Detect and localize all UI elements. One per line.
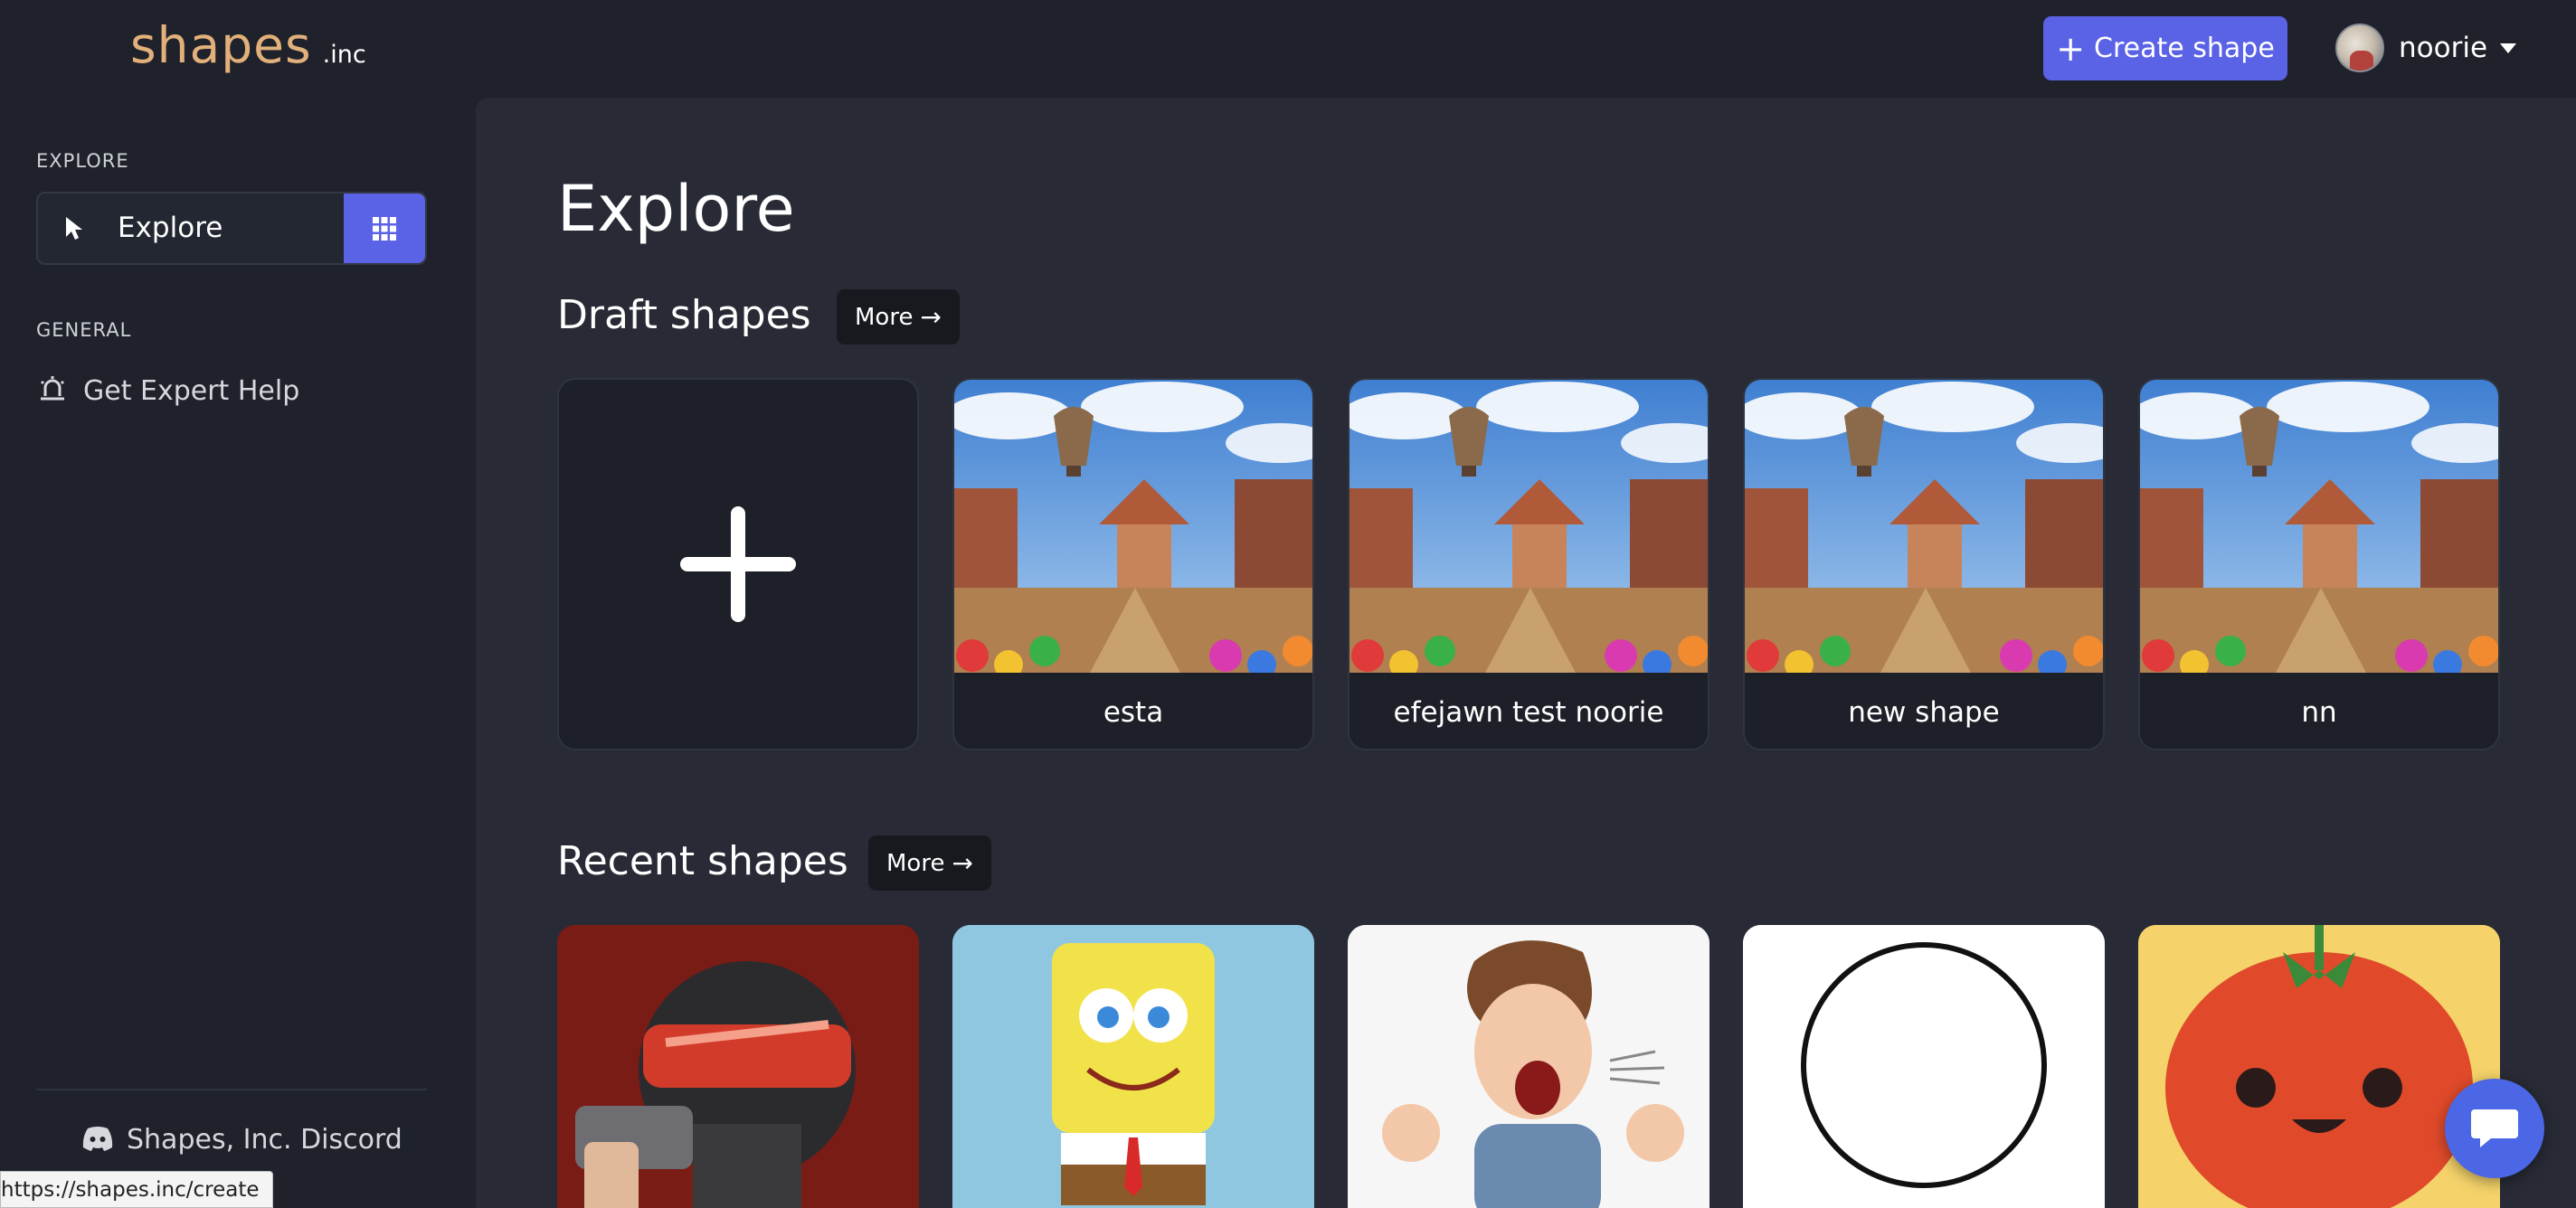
arrow-right-icon: →	[920, 302, 942, 332]
shape-thumbnail	[1350, 380, 1708, 673]
plus-icon	[680, 506, 796, 622]
shape-thumbnail	[952, 925, 1314, 1208]
create-shape-label: Create shape	[2094, 33, 2275, 64]
draft-shape-card[interactable]: new shape	[1743, 378, 2105, 750]
recent-more-button[interactable]: More →	[868, 835, 991, 891]
sidebar-item-label: Get Expert Help	[83, 374, 300, 407]
brand-suffix: .inc	[322, 41, 366, 69]
discord-link[interactable]: Shapes, Inc. Discord	[81, 1124, 402, 1156]
draft-more-button[interactable]: More →	[837, 289, 960, 344]
sidebar-section-general: GENERAL	[36, 319, 132, 341]
chat-button[interactable]	[2445, 1079, 2544, 1178]
shape-thumbnail	[954, 380, 1312, 673]
chat-icon	[2471, 1109, 2518, 1147]
add-shape-card[interactable]	[557, 378, 919, 750]
shape-thumbnail	[1743, 925, 2105, 1208]
sidebar-item-explore[interactable]: Explore	[36, 192, 427, 265]
grid-view-button[interactable]	[344, 193, 425, 263]
draft-shape-card[interactable]: nn	[2138, 378, 2500, 750]
user-menu[interactable]: noorie	[2335, 24, 2517, 72]
username: noorie	[2399, 32, 2488, 64]
shape-name: new shape	[1745, 673, 2103, 749]
chevron-down-icon	[2500, 42, 2517, 53]
shape-thumbnail	[2138, 925, 2500, 1208]
shape-name: nn	[2140, 673, 2498, 749]
cursor-icon	[63, 215, 85, 246]
shape-thumbnail	[1348, 925, 1709, 1208]
more-label: More	[855, 303, 914, 331]
recent-shape-card[interactable]	[1743, 925, 2105, 1208]
shape-thumbnail	[557, 925, 919, 1208]
draft-section-title: Draft shapes	[557, 292, 811, 338]
shape-name: esta	[954, 673, 1312, 749]
brand-logo[interactable]: shapes .inc	[130, 16, 366, 74]
more-label: More	[886, 849, 945, 877]
discord-icon	[81, 1126, 114, 1155]
divider	[36, 1089, 427, 1090]
create-shape-button[interactable]: + Create shape	[2043, 16, 2287, 80]
recent-shape-card[interactable]	[557, 925, 919, 1208]
recent-section-title: Recent shapes	[557, 838, 848, 884]
draft-shape-card[interactable]: efejawn test noorie	[1348, 378, 1709, 750]
sidebar-item-expert-help[interactable]: Get Expert Help	[36, 374, 299, 407]
status-bar-url: https://shapes.inc/create	[0, 1171, 273, 1208]
brand-name: shapes	[130, 16, 312, 74]
plus-icon: +	[2056, 28, 2086, 69]
recent-shape-card[interactable]	[952, 925, 1314, 1208]
shape-thumbnail	[2140, 380, 2498, 673]
avatar	[2335, 24, 2384, 72]
draft-shape-card[interactable]: esta	[952, 378, 1314, 750]
shape-name: efejawn test noorie	[1350, 673, 1708, 749]
discord-label: Shapes, Inc. Discord	[127, 1124, 402, 1156]
recent-shape-card[interactable]	[1348, 925, 1709, 1208]
recent-shape-card[interactable]	[2138, 925, 2500, 1208]
sidebar-section-explore: EXPLORE	[36, 150, 129, 172]
sidebar-item-label: Explore	[118, 212, 223, 244]
shape-thumbnail	[1745, 380, 2103, 673]
arrow-right-icon: →	[952, 848, 973, 878]
grid-icon	[373, 216, 396, 241]
page-title: Explore	[557, 172, 795, 246]
top-bar: shapes .inc + Create shape noorie	[0, 0, 2576, 98]
siren-icon	[36, 374, 69, 407]
